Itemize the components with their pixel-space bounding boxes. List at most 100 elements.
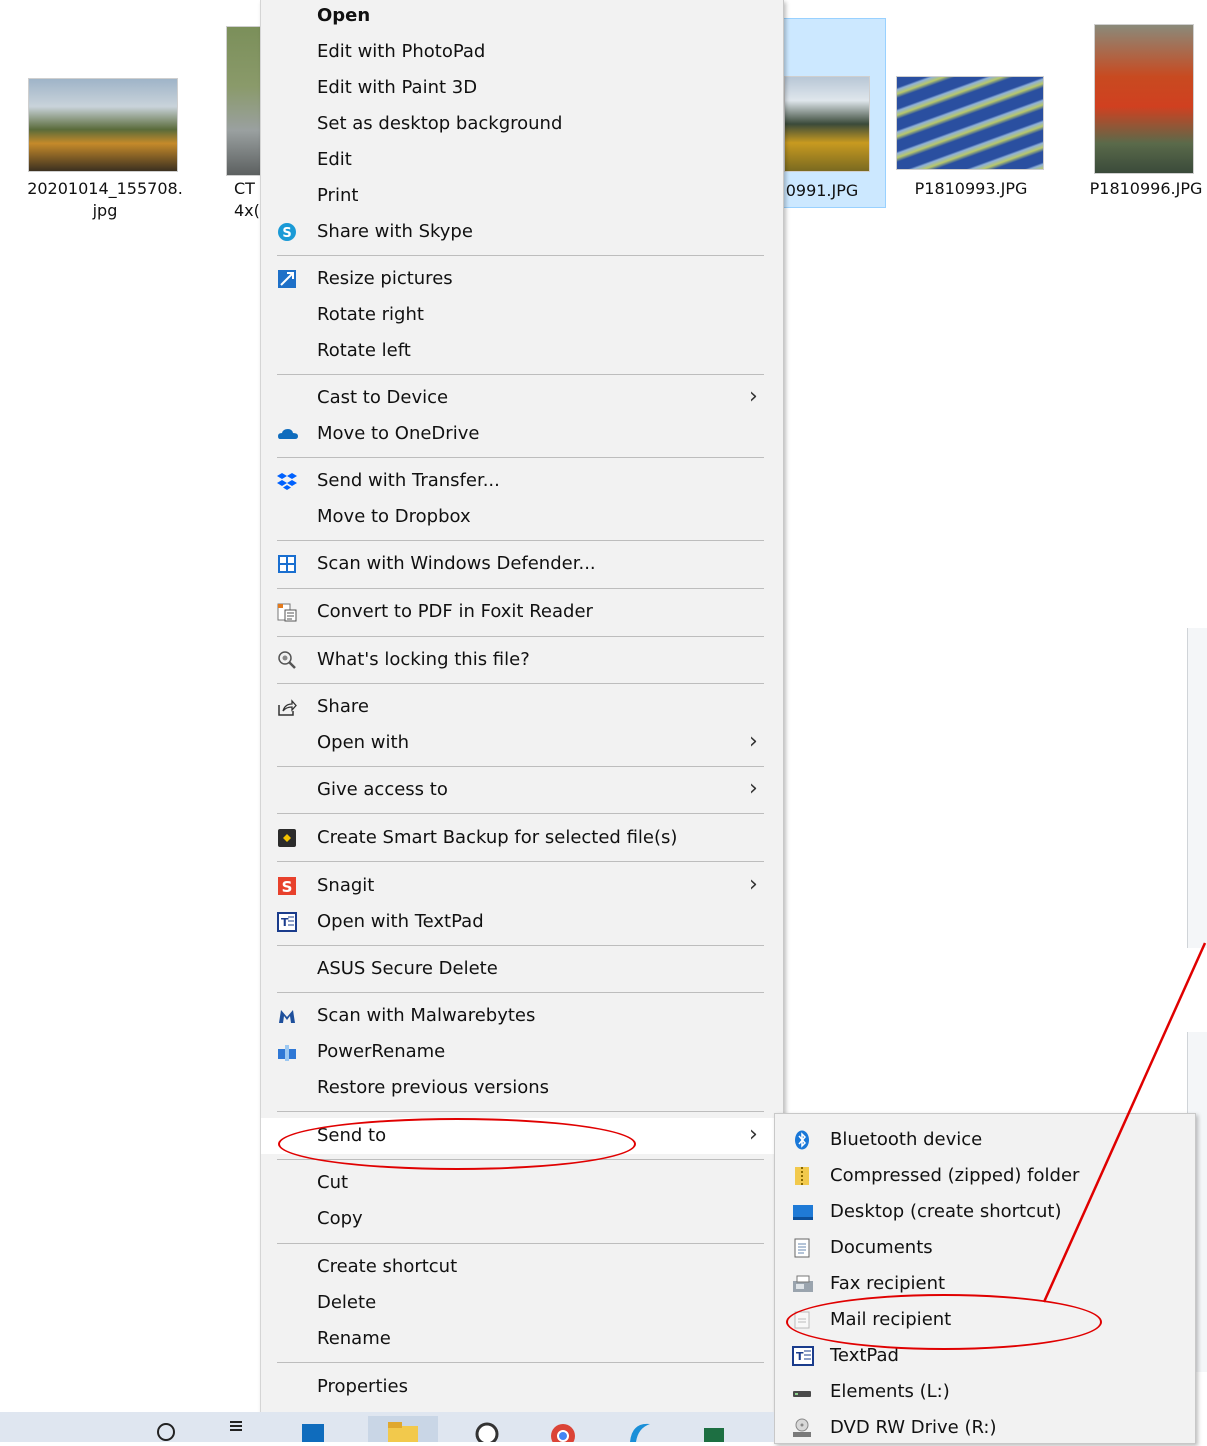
menu-item-label: Delete [317,1292,377,1313]
menu-item-label: Move to OneDrive [317,423,480,444]
chevron-right-icon: › [749,384,758,409]
menu-item-label: Open with TextPad [317,911,484,932]
outlook-icon[interactable] [296,1416,330,1442]
menu-item-powerrename[interactable]: PowerRename [261,1034,783,1070]
menu-separator [277,992,764,993]
menu-item-label: Rename [317,1328,391,1349]
menu-item-label: ASUS Secure Delete [317,958,498,979]
menu-item-edit-with-paint3d[interactable]: Edit with Paint 3D [261,70,783,106]
menu-item-label: Set as desktop background [317,113,563,134]
file-thumbnail [896,76,1044,170]
file-name-line2: jpg [92,201,118,220]
chrome-icon[interactable] [546,1416,580,1446]
menu-separator [277,255,764,256]
excel-icon[interactable] [696,1416,730,1442]
smart-backup-icon [277,828,297,848]
menu-item-restore-previous-versions[interactable]: Restore previous versions [261,1070,783,1106]
menu-item-label: Scan with Windows Defender... [317,553,596,574]
submenu-item-label: Desktop (create shortcut) [830,1201,1062,1222]
menu-separator [277,945,764,946]
menu-item-create-smart-backup[interactable]: Create Smart Backup for selected file(s) [261,820,783,856]
menu-separator [277,813,764,814]
menu-item-label: Give access to [317,779,448,800]
dvd-drive-icon [792,1418,812,1438]
menu-item-move-to-onedrive[interactable]: Move to OneDrive [261,416,783,452]
menu-item-send-with-transfer[interactable]: Send with Transfer... [261,463,783,499]
file-name: P1810993.JPG [914,179,1028,198]
annotation-arrow-line [1042,942,1207,1303]
textpad-icon: T [277,912,297,932]
menu-item-print[interactable]: Print [261,178,783,214]
menu-item-resize-pictures[interactable]: Resize pictures [261,261,783,297]
resize-pictures-icon [277,269,297,289]
menu-item-delete[interactable]: Delete [261,1285,783,1321]
menu-item-cast-to-device[interactable]: Cast to Device › [261,380,783,416]
menu-item-set-desktop-background[interactable]: Set as desktop background [261,106,783,142]
menu-item-rotate-right[interactable]: Rotate right [261,297,783,333]
chevron-right-icon: › [749,729,758,754]
menu-item-snagit[interactable]: S Snagit › [261,868,783,904]
menu-item-label: Share [317,696,369,717]
menu-item-move-to-dropbox[interactable]: Move to Dropbox [261,499,783,535]
submenu-item-label: DVD RW Drive (R:) [830,1417,997,1438]
menu-item-label: Properties [317,1376,408,1397]
menu-item-rename[interactable]: Rename [261,1321,783,1357]
windows-defender-icon [277,554,297,574]
file-item[interactable]: P1810993.JPG [886,70,1046,210]
menu-item-copy[interactable]: Copy [261,1201,783,1237]
skype-icon: S [277,222,297,242]
file-explorer-icon[interactable] [368,1416,438,1442]
menu-item-label: Cast to Device [317,387,449,408]
menu-separator [277,683,764,684]
menu-item-rotate-left[interactable]: Rotate left [261,333,783,369]
menu-item-open-with[interactable]: Open with › [261,725,783,761]
task-view-icon[interactable] [220,1416,254,1442]
menu-item-label: Edit with Paint 3D [317,77,478,98]
menu-item-convert-to-pdf-foxit[interactable]: Convert to PDF in Foxit Reader [261,594,783,630]
app-icon[interactable] [470,1416,504,1446]
file-item[interactable]: 20201014_155708. jpg [20,70,190,230]
search-icon[interactable] [150,1416,184,1442]
menu-item-asus-secure-delete[interactable]: ASUS Secure Delete [261,951,783,987]
menu-item-open[interactable]: Open [261,0,783,34]
menu-item-scan-windows-defender[interactable]: Scan with Windows Defender... [261,546,783,582]
send-to-dvd-rw-drive[interactable]: DVD RW Drive (R:) [775,1410,1195,1446]
submenu-item-label: Documents [830,1237,933,1258]
menu-item-whats-locking-this-file[interactable]: What's locking this file? [261,642,783,678]
annotation-ellipse-send-to [278,1118,636,1170]
menu-item-label: Resize pictures [317,268,453,289]
browser-icon[interactable] [622,1416,656,1442]
menu-item-edit[interactable]: Edit [261,142,783,178]
file-thumbnail [784,76,870,172]
menu-separator [277,1111,764,1112]
background-window-edge [1187,628,1207,948]
menu-separator [277,457,764,458]
menu-item-scan-with-malwarebytes[interactable]: Scan with Malwarebytes [261,998,783,1034]
menu-item-share[interactable]: Share [261,689,783,725]
menu-item-share-with-skype[interactable]: S Share with Skype [261,214,783,250]
submenu-item-label: Bluetooth device [830,1129,983,1150]
dropbox-icon [277,471,297,491]
menu-separator [277,1243,764,1244]
submenu-item-label: Elements (L:) [830,1381,950,1402]
file-thumbnail [28,78,178,172]
menu-separator [277,766,764,767]
send-to-elements-drive[interactable]: Elements (L:) [775,1374,1195,1410]
svg-text:T: T [796,1350,804,1363]
menu-item-label: Edit with PhotoPad [317,41,486,62]
menu-item-give-access-to[interactable]: Give access to › [261,772,783,808]
menu-item-label: Scan with Malwarebytes [317,1005,536,1026]
menu-item-cut[interactable]: Cut [261,1165,783,1201]
menu-item-properties[interactable]: Properties [261,1369,783,1405]
menu-item-open-with-textpad[interactable]: T Open with TextPad [261,904,783,940]
file-item[interactable]: P1810996.JPG [1080,20,1207,210]
menu-item-label: Create shortcut [317,1256,458,1277]
menu-item-label: Rotate right [317,304,424,325]
bluetooth-icon [792,1130,812,1150]
menu-item-label: Move to Dropbox [317,506,471,527]
menu-item-edit-with-photopad[interactable]: Edit with PhotoPad [261,34,783,70]
powerrename-icon [277,1042,297,1062]
file-name: P1810996.JPG [1089,179,1203,198]
menu-item-create-shortcut[interactable]: Create shortcut [261,1249,783,1285]
svg-text:T: T [281,916,289,929]
